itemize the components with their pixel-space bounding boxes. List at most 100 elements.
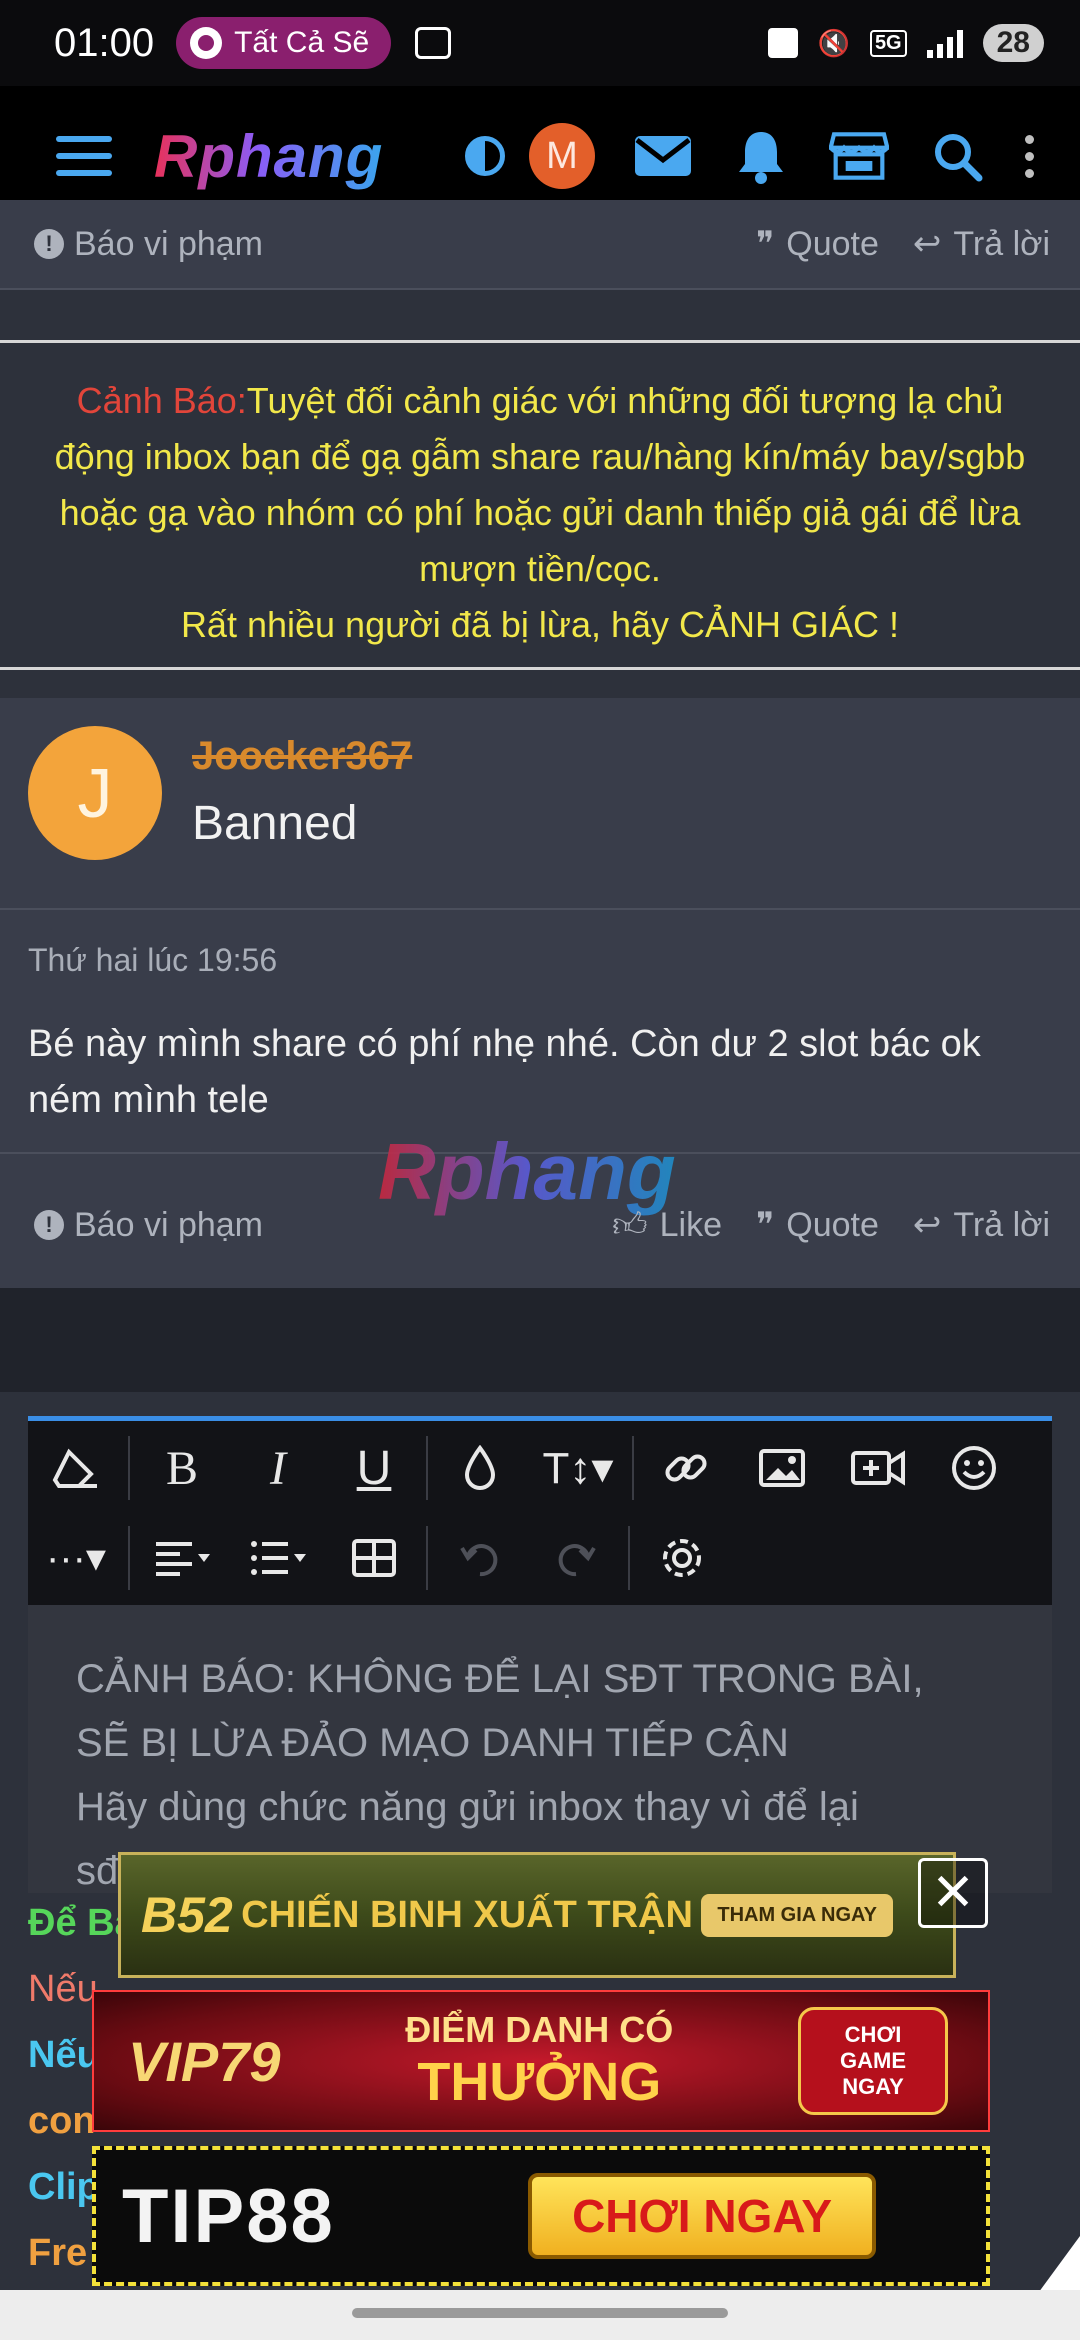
ad-banner-b52[interactable]: B52 CHIẾN BINH XUẤT TRẬN THAM GIA NGAY [118,1852,956,1978]
link-icon[interactable] [638,1423,734,1513]
mail-icon[interactable] [633,131,693,181]
bell-icon[interactable] [731,131,791,184]
reply-editor: B I U T↕▾ ···▾ CẢNH BÁO: KHÔNG ĐỂ LẠI SĐ… [28,1416,1052,1893]
post-actions: ! Báo vi phạm 👍︎ Like ❞ Quote ↩ Trả lời [0,1174,1080,1276]
site-logo[interactable]: Rphang [154,122,383,191]
align-icon[interactable] [134,1513,230,1603]
redo-icon[interactable] [528,1513,624,1603]
font-size-button[interactable]: T↕▾ [528,1423,628,1513]
ad3-cta[interactable]: CHƠI NGAY [528,2173,876,2259]
report-icon: ! [34,229,64,259]
ad3-brand: TIP88 [122,2173,335,2259]
section-gap [0,1288,1080,1392]
gear-icon[interactable] [634,1513,730,1603]
reply-icon: ↩ [912,1206,942,1244]
thumbs-up-icon: 👍︎ [612,1205,648,1244]
quote-icon: ❞ [755,1206,775,1244]
warning-label: Cảnh Báo: [76,380,247,421]
clear-format-button[interactable] [28,1423,124,1513]
ad2-headline: ĐIỂM DANH CÓ THƯỞNG [405,2009,673,2113]
warning-line-4: mượn tiền/cọc. [419,548,661,589]
mute-icon: 🔇 [817,27,850,58]
color-drop-icon[interactable] [432,1423,528,1513]
report-label: Báo vi phạm [74,1205,263,1244]
more-icon[interactable] [1025,134,1034,178]
status-time: 01:00 [54,20,155,65]
reply-button[interactable]: ↩ Trả lời [913,1205,1050,1245]
ad2-brand: VIP79 [128,2029,281,2093]
post-username[interactable]: Joocker367 [192,734,412,779]
toolbar-row-2: ···▾ [28,1513,1052,1603]
nav-icons: M [465,123,1034,189]
toolbar-separator [426,1526,428,1590]
prev-report-button[interactable]: ! Báo vi phạm [34,225,263,264]
theme-toggle-icon[interactable] [465,136,505,176]
quote-button[interactable]: ❞ Quote [756,1205,879,1245]
reply-label: Trả lời [953,1205,1050,1244]
underline-button[interactable]: U [326,1423,422,1513]
image-icon[interactable] [734,1423,830,1513]
status-bar: 01:00 Tất Cả Sẽ 🔇 5G 28 [0,0,1080,86]
close-ad-button[interactable]: ✕ [918,1858,988,1928]
editor-placeholder-2: SẼ BỊ LỪA ĐẢO MẠO DANH TIẾP CẬN [76,1721,789,1765]
globe-icon [190,27,223,59]
video-icon[interactable] [830,1423,926,1513]
battery-indicator: 28 [982,24,1044,62]
search-icon[interactable] [927,131,987,182]
prev-report-label: Báo vi phạm [74,224,263,263]
warning-banner: Cảnh Báo:Tuyệt đối cảnh giác với những đ… [0,340,1080,670]
ad1-headline: CHIẾN BINH XUẤT TRẬN [241,1893,693,1936]
home-indicator[interactable] [352,2308,728,2318]
toolbar-separator [128,1526,130,1590]
prev-post-actions: ! Báo vi phạm ❞ Quote ↩ Trả lời [0,200,1080,290]
status-icons: 🔇 5G 28 [767,24,1044,62]
ad2-cta[interactable]: CHƠI GAME NGAY [798,2007,948,2115]
ad1-cta[interactable]: THAM GIA NGAY [701,1893,893,1937]
editor-toolbar: B I U T↕▾ ···▾ [28,1421,1052,1605]
quote-icon: ❞ [755,225,775,263]
italic-button[interactable]: I [230,1423,326,1513]
ad-banner-vip79[interactable]: VIP79 ĐIỂM DANH CÓ THƯỞNG CHƠI GAME NGAY [92,1990,990,2132]
toolbar-separator [628,1526,630,1590]
toolbar-separator [632,1436,634,1500]
prev-reply-label: Trả lời [953,224,1050,263]
network-badge: 5G [869,29,907,57]
editor-input[interactable]: CẢNH BÁO: KHÔNG ĐỂ LẠI SĐT TRONG BÀI, SẼ… [28,1605,1052,1893]
toolbar-row-1: B I U T↕▾ [28,1423,1052,1513]
warning-text-1: Tuyệt đối cảnh giác với những đối tượng … [246,380,1004,421]
prev-quote-button[interactable]: ❞ Quote [756,224,879,264]
signal-icon [926,28,963,58]
prev-reply-button[interactable]: ↩ Trả lời [913,224,1050,264]
sim-icon [767,28,798,58]
ad2-headline-top: ĐIỂM DANH CÓ [405,2009,674,2050]
store-icon[interactable] [829,131,889,181]
warning-line-2: động inbox bạn để gạ gẫm share rau/hàng … [54,436,1026,477]
like-label: Like [659,1205,722,1244]
more-options-button[interactable]: ···▾ [28,1513,124,1603]
reply-icon: ↩ [912,225,942,263]
post-avatar[interactable]: J [28,726,162,860]
ad2-headline-bottom: THƯỞNG [417,2052,662,2112]
list-icon[interactable] [230,1513,326,1603]
post-header: J Joocker367 Banned [0,698,1080,910]
post-text: Bé này mình share có phí nhẹ nhé. Còn dư… [28,1023,981,1121]
table-icon[interactable] [326,1513,422,1603]
post-date[interactable]: Thứ hai lúc 19:56 [28,942,277,979]
editor-placeholder-1: CẢNH BÁO: KHÔNG ĐỂ LẠI SĐT TRONG BÀI, [76,1657,924,1701]
user-avatar[interactable]: M [529,123,595,189]
prev-quote-label: Quote [786,224,879,263]
report-button[interactable]: ! Báo vi phạm [34,1206,263,1245]
ad-banner-tip88[interactable]: TIP88 CHƠI NGAY [92,2146,990,2286]
quote-label: Quote [786,1205,879,1244]
undo-icon[interactable] [432,1513,528,1603]
warning-line-5: Rất nhiều người đã bị lừa, hãy CẢNH GIÁC… [180,604,900,645]
menu-icon[interactable] [56,136,112,176]
report-icon: ! [34,1210,64,1240]
emoji-icon[interactable] [926,1423,1022,1513]
warning-line-3: hoặc gạ vào nhóm có phí hoặc gửi danh th… [59,492,1021,533]
bold-button[interactable]: B [134,1423,230,1513]
status-pill[interactable]: Tất Cả Sẽ [176,17,392,69]
screenshot-icon [415,27,452,59]
warning-line-1: Cảnh Báo:Tuyệt đối cảnh giác với những đ… [0,373,1080,429]
like-button[interactable]: 👍︎ Like [612,1205,722,1246]
